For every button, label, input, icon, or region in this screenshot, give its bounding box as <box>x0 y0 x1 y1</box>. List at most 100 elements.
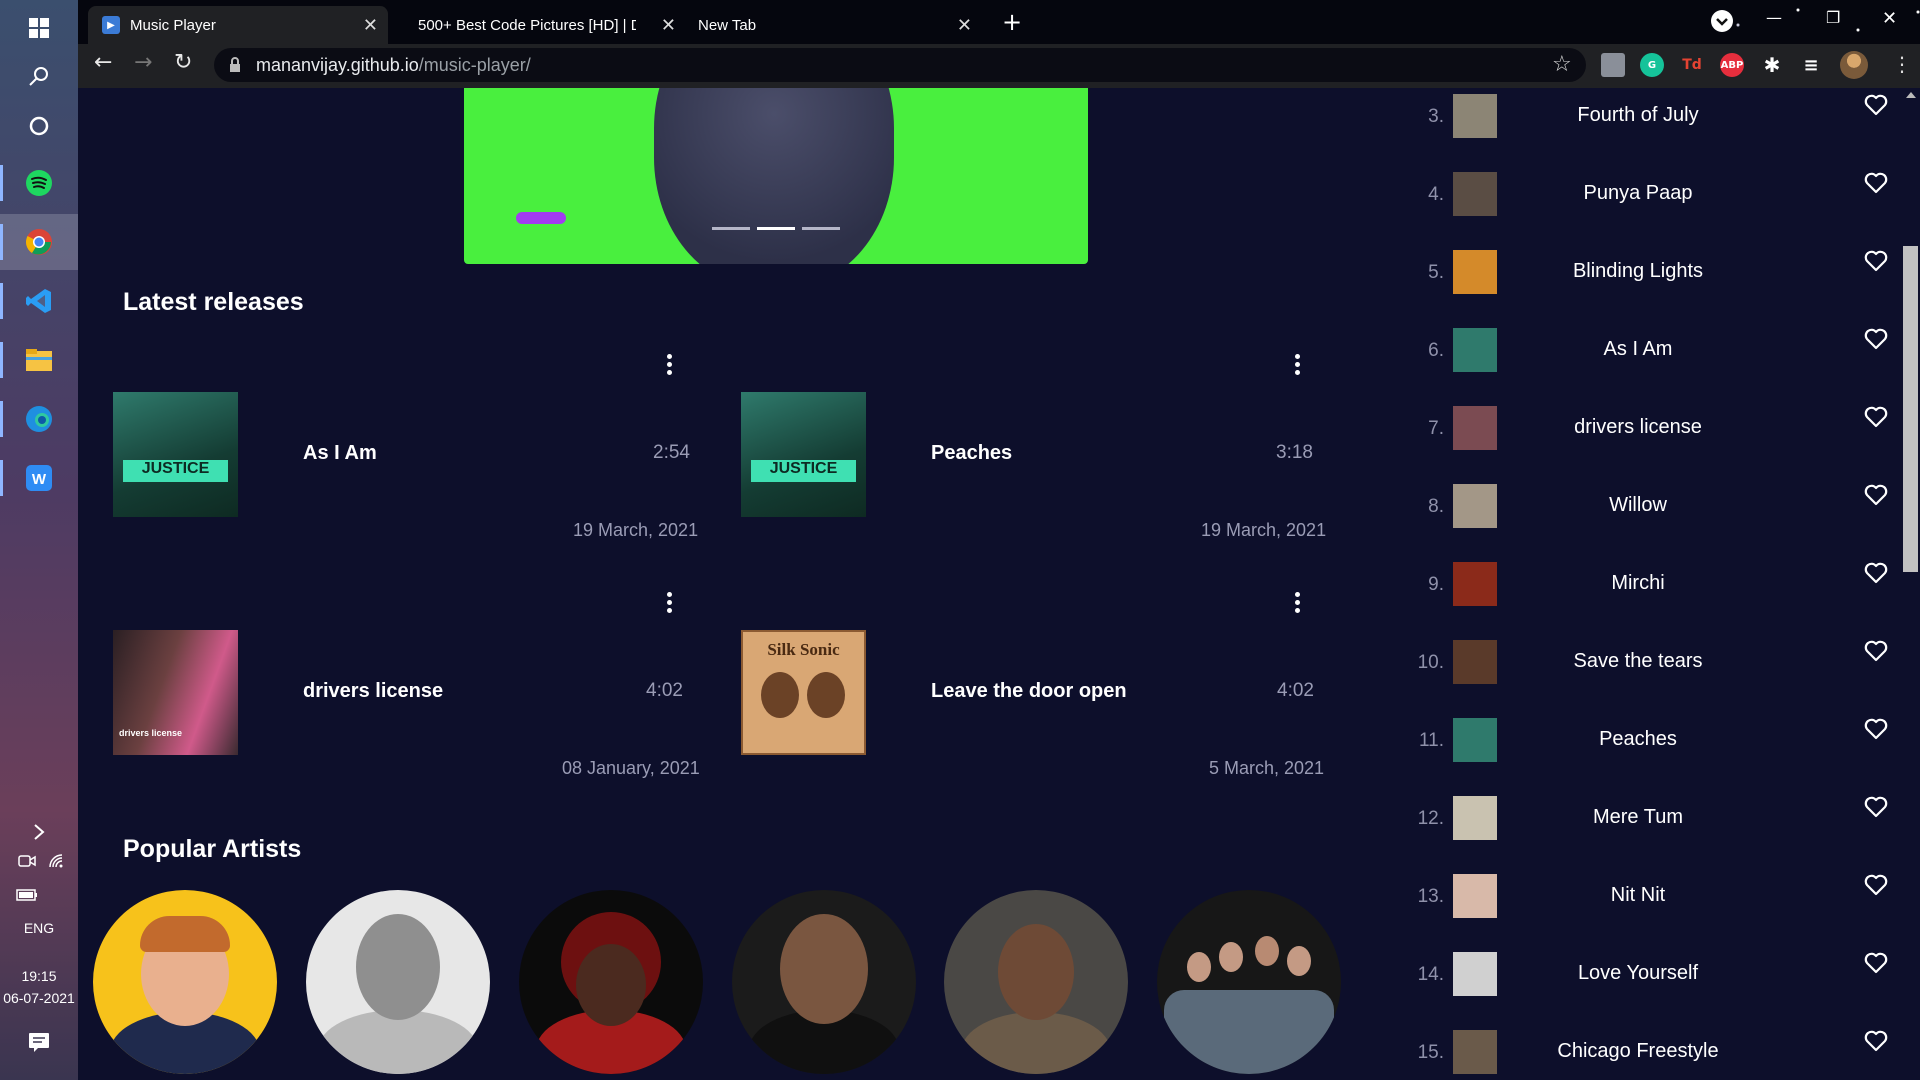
track-thumbnail[interactable] <box>1453 952 1497 996</box>
track-row[interactable]: 5. Blinding Lights <box>1398 238 1901 316</box>
url-text[interactable]: mananvijay.github.io/music-player/ <box>256 55 531 76</box>
carousel-indicator[interactable] <box>712 227 750 230</box>
track-thumbnail[interactable] <box>1453 796 1497 840</box>
heart-icon[interactable] <box>1864 718 1892 746</box>
edge-icon[interactable] <box>0 391 78 447</box>
vscode-icon[interactable] <box>0 273 78 329</box>
close-tab-icon[interactable]: ✕ <box>957 15 972 36</box>
heart-icon[interactable] <box>1864 250 1892 278</box>
heart-icon[interactable] <box>1864 94 1892 122</box>
restore-icon[interactable]: ❐ <box>1826 8 1840 27</box>
track-row[interactable]: 9. Mirchi <box>1398 550 1901 628</box>
release-cover-justice[interactable]: JUSTICE <box>113 392 238 517</box>
extension-generic-icon[interactable] <box>1601 53 1625 77</box>
chrome-icon[interactable] <box>0 214 78 270</box>
back-icon[interactable]: ← <box>94 50 112 75</box>
scrollbar-thumb[interactable] <box>1903 246 1918 572</box>
track-thumbnail[interactable] <box>1453 328 1497 372</box>
release-card[interactable]: JUSTICE As I Am 2:54 19 March, 2021 <box>113 352 713 552</box>
release-cover-justice[interactable]: JUSTICE <box>741 392 866 517</box>
heart-icon[interactable] <box>1864 406 1892 434</box>
track-row[interactable]: 14. Love Yourself <box>1398 940 1901 1018</box>
release-card[interactable]: Silk Sonic Leave the door open 4:02 5 Ma… <box>741 590 1341 790</box>
wifi-icon[interactable] <box>48 853 66 873</box>
track-row[interactable]: 15. Chicago Freestyle <box>1398 1018 1901 1080</box>
more-options-icon[interactable] <box>1293 354 1301 375</box>
track-row[interactable]: 10. Save the tears <box>1398 628 1901 706</box>
banner-play-pill[interactable] <box>516 212 566 224</box>
search-icon[interactable] <box>0 48 78 104</box>
more-options-icon[interactable] <box>1293 592 1301 613</box>
close-tab-icon[interactable]: ✕ <box>363 15 378 36</box>
release-cover-silk-sonic[interactable]: Silk Sonic <box>741 630 866 755</box>
heart-icon[interactable] <box>1864 796 1892 824</box>
track-thumbnail[interactable] <box>1453 172 1497 216</box>
artist-avatar-the-weeknd[interactable] <box>519 890 703 1074</box>
more-options-icon[interactable] <box>665 354 673 375</box>
track-thumbnail[interactable] <box>1453 640 1497 684</box>
track-thumbnail[interactable] <box>1453 484 1497 528</box>
lock-icon[interactable] <box>229 57 241 77</box>
more-options-icon[interactable] <box>665 592 673 613</box>
track-row[interactable]: 3. Fourth of July <box>1398 88 1901 160</box>
media-control-icon[interactable]: ≡ <box>1799 53 1823 77</box>
track-thumbnail[interactable] <box>1453 94 1497 138</box>
scroll-up-arrow-icon[interactable] <box>1906 92 1916 98</box>
show-hidden-icons-chevron-icon[interactable] <box>0 804 78 860</box>
heart-icon[interactable] <box>1864 172 1892 200</box>
page-scrollbar[interactable] <box>1901 88 1920 1080</box>
carousel-indicator[interactable] <box>802 227 840 230</box>
release-card[interactable]: drivers license drivers license 4:02 08 … <box>113 590 713 790</box>
extensions-puzzle-icon[interactable]: ✱ <box>1760 53 1784 77</box>
minimize-icon[interactable]: — <box>1766 8 1782 27</box>
release-card[interactable]: JUSTICE Peaches 3:18 19 March, 2021 <box>741 352 1341 552</box>
cortana-icon[interactable] <box>0 98 78 154</box>
track-thumbnail[interactable] <box>1453 874 1497 918</box>
writer-icon[interactable]: W <box>0 450 78 506</box>
close-tab-icon[interactable]: ✕ <box>661 15 676 36</box>
artist-avatar-ed-sheeran[interactable] <box>93 890 277 1074</box>
track-thumbnail[interactable] <box>1453 250 1497 294</box>
track-thumbnail[interactable] <box>1453 562 1497 606</box>
heart-icon[interactable] <box>1864 640 1892 668</box>
todoist-icon[interactable]: Td <box>1680 53 1704 77</box>
heart-icon[interactable] <box>1864 1030 1892 1058</box>
tab-search-chevron-icon[interactable] <box>1711 10 1733 32</box>
track-row[interactable]: 4. Punya Paap <box>1398 160 1901 238</box>
carousel-indicator-active[interactable] <box>757 227 795 230</box>
heart-icon[interactable] <box>1864 328 1892 356</box>
meet-now-icon[interactable] <box>18 853 36 873</box>
hero-banner[interactable] <box>464 88 1088 264</box>
bookmark-star-icon[interactable]: ☆ <box>1552 52 1572 77</box>
track-thumbnail[interactable] <box>1453 718 1497 762</box>
release-cover-drivers[interactable]: drivers license <box>113 630 238 755</box>
chrome-menu-icon[interactable]: ⋮ <box>1892 52 1912 76</box>
clock-time[interactable]: 19:15 <box>0 968 78 984</box>
spotify-icon[interactable] <box>0 155 78 211</box>
notifications-icon[interactable] <box>28 1032 50 1056</box>
artist-avatar-coldplay[interactable] <box>1157 890 1341 1074</box>
track-row[interactable]: 7. drivers license <box>1398 394 1901 472</box>
language-indicator[interactable]: ENG <box>0 920 78 936</box>
track-thumbnail[interactable] <box>1453 406 1497 450</box>
track-row[interactable]: 13. Nit Nit <box>1398 862 1901 940</box>
battery-icon[interactable] <box>16 886 38 905</box>
grammarly-icon[interactable]: G <box>1640 53 1664 77</box>
close-window-icon[interactable]: ✕ <box>1882 8 1897 29</box>
reload-icon[interactable]: ↻ <box>174 50 192 75</box>
tab-code-pictures[interactable]: 500+ Best Code Pictures [HD] | D ✕ <box>418 6 676 44</box>
tab-new-tab[interactable]: New Tab ✕ <box>698 6 972 44</box>
heart-icon[interactable] <box>1864 952 1892 980</box>
adblock-plus-icon[interactable]: ABP <box>1720 53 1744 77</box>
artist-avatar-artist[interactable] <box>944 890 1128 1074</box>
track-row[interactable]: 11. Peaches <box>1398 706 1901 784</box>
forward-icon[interactable]: → <box>134 50 152 75</box>
file-explorer-icon[interactable] <box>0 332 78 388</box>
track-row[interactable]: 12. Mere Tum <box>1398 784 1901 862</box>
heart-icon[interactable] <box>1864 562 1892 590</box>
heart-icon[interactable] <box>1864 874 1892 902</box>
clock-date[interactable]: 06-07-2021 <box>0 990 78 1006</box>
profile-avatar[interactable] <box>1840 51 1868 79</box>
track-thumbnail[interactable] <box>1453 1030 1497 1074</box>
track-row[interactable]: 8. Willow <box>1398 472 1901 550</box>
